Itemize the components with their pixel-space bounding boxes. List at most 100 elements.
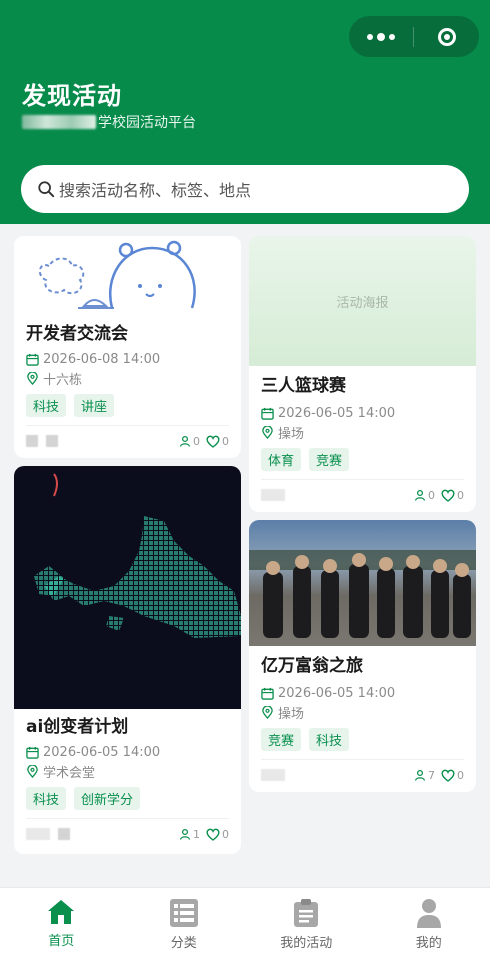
location-pin-icon (26, 372, 39, 385)
activity-card[interactable]: 活动海报 三人篮球赛 2026-06-05 14:00 操场 体育 竞赛 0 0 (249, 236, 476, 512)
mini-program-capsule (349, 16, 479, 57)
tab-label: 首页 (48, 930, 74, 949)
page-subtitle: 学校园活动平台 (22, 112, 196, 132)
header: 发现活动 学校园活动平台 搜索活动名称、标签、地点 (0, 0, 490, 224)
activity-location: 操场 (261, 423, 464, 442)
participant-count: 0 (428, 489, 435, 502)
tag[interactable]: 体育 (261, 448, 301, 471)
location-text: 学术会堂 (43, 762, 95, 781)
search-bar[interactable]: 搜索活动名称、标签、地点 (21, 165, 469, 213)
search-icon (37, 180, 55, 198)
tab-my-activities[interactable]: 我的活动 (245, 888, 368, 961)
activity-datetime: 2026-06-05 14:00 (26, 743, 229, 762)
person-icon (414, 769, 426, 781)
calendar-icon (26, 353, 39, 366)
redacted-organizer (26, 828, 70, 840)
datetime-text: 2026-06-05 14:00 (278, 686, 395, 701)
activity-card[interactable]: ai创变者计划 2026-06-05 14:00 学术会堂 科技 创新学分 1 … (14, 466, 241, 854)
heart-icon[interactable] (441, 489, 455, 502)
tab-label: 我的 (416, 932, 442, 951)
like-count: 0 (457, 489, 464, 502)
more-icon[interactable] (349, 33, 413, 41)
tag[interactable]: 竞赛 (261, 728, 301, 751)
activity-datetime: 2026-06-05 14:00 (261, 404, 464, 423)
card-footer: 1 0 (26, 818, 229, 849)
redacted-organizer (26, 435, 58, 447)
activity-title: 开发者交流会 (26, 322, 229, 346)
activity-location: 操场 (261, 703, 464, 722)
tab-label: 分类 (171, 932, 197, 951)
activity-title: ai创变者计划 (26, 715, 229, 739)
activity-datetime: 2026-06-08 14:00 (26, 350, 229, 369)
tab-category[interactable]: 分类 (123, 888, 246, 961)
bottom-tab-bar: 首页 分类 我的活动 我的 (0, 887, 490, 961)
calendar-icon (26, 746, 39, 759)
activity-datetime: 2026-06-05 14:00 (261, 684, 464, 703)
datetime-text: 2026-06-05 14:00 (278, 406, 395, 421)
redacted-school-name (22, 115, 96, 129)
activity-location: 学术会堂 (26, 762, 229, 781)
tag-list: 科技 创新学分 (26, 787, 229, 810)
cover-placeholder-text: 活动海报 (336, 292, 388, 311)
heart-icon[interactable] (206, 435, 220, 448)
tab-label: 我的活动 (280, 932, 332, 951)
redacted-organizer (261, 769, 285, 781)
person-icon (179, 435, 191, 447)
tag[interactable]: 竞赛 (309, 448, 349, 471)
participant-count: 1 (193, 828, 200, 841)
activity-title: 三人篮球赛 (261, 374, 464, 398)
datetime-text: 2026-06-08 14:00 (43, 352, 160, 367)
tag-list: 体育 竞赛 (261, 448, 464, 471)
datetime-text: 2026-06-05 14:00 (43, 745, 160, 760)
subtitle-text: 学校园活动平台 (98, 112, 196, 132)
location-text: 十六栋 (43, 369, 82, 388)
person-icon (179, 828, 191, 840)
tag[interactable]: 科技 (26, 394, 66, 417)
activity-card[interactable]: 亿万富翁之旅 2026-06-05 14:00 操场 竞赛 科技 7 0 (249, 520, 476, 792)
home-icon (46, 898, 76, 926)
tag[interactable]: 科技 (26, 787, 66, 810)
heart-icon[interactable] (206, 828, 220, 841)
like-count: 0 (222, 828, 229, 841)
calendar-icon (261, 687, 274, 700)
search-input[interactable]: 搜索活动名称、标签、地点 (59, 177, 251, 201)
heart-icon[interactable] (441, 769, 455, 782)
calendar-icon (261, 407, 274, 420)
participant-count: 0 (193, 435, 200, 448)
redacted-organizer (261, 489, 285, 501)
close-target-icon[interactable] (414, 28, 479, 46)
activity-title: 亿万富翁之旅 (261, 654, 464, 678)
activity-cover-image (249, 520, 476, 646)
tag-list: 竞赛 科技 (261, 728, 464, 751)
location-pin-icon (261, 706, 274, 719)
location-pin-icon (26, 765, 39, 778)
like-count: 0 (457, 769, 464, 782)
card-footer: 0 0 (261, 479, 464, 510)
card-stats: 7 0 (414, 769, 464, 782)
clipboard-icon (292, 898, 320, 928)
tab-home[interactable]: 首页 (0, 888, 123, 961)
card-stats: 0 0 (179, 435, 229, 448)
tab-profile[interactable]: 我的 (368, 888, 490, 961)
category-icon (169, 898, 199, 928)
participant-count: 7 (428, 769, 435, 782)
like-count: 0 (222, 435, 229, 448)
activity-card[interactable]: 开发者交流会 2026-06-08 14:00 十六栋 科技 讲座 0 0 (14, 236, 241, 458)
location-text: 操场 (278, 703, 304, 722)
card-stats: 0 0 (414, 489, 464, 502)
page-title: 发现活动 (22, 76, 122, 111)
card-footer: 7 0 (261, 759, 464, 790)
card-stats: 1 0 (179, 828, 229, 841)
user-icon (416, 898, 442, 928)
activity-cover-placeholder: 活动海报 (249, 236, 476, 366)
activity-cover-image (14, 236, 241, 316)
activity-location: 十六栋 (26, 369, 229, 388)
tag-list: 科技 讲座 (26, 394, 229, 417)
person-icon (414, 489, 426, 501)
tag[interactable]: 讲座 (74, 394, 114, 417)
location-text: 操场 (278, 423, 304, 442)
activity-cover-image (14, 466, 241, 709)
tag[interactable]: 科技 (309, 728, 349, 751)
tag[interactable]: 创新学分 (74, 787, 140, 810)
location-pin-icon (261, 426, 274, 439)
